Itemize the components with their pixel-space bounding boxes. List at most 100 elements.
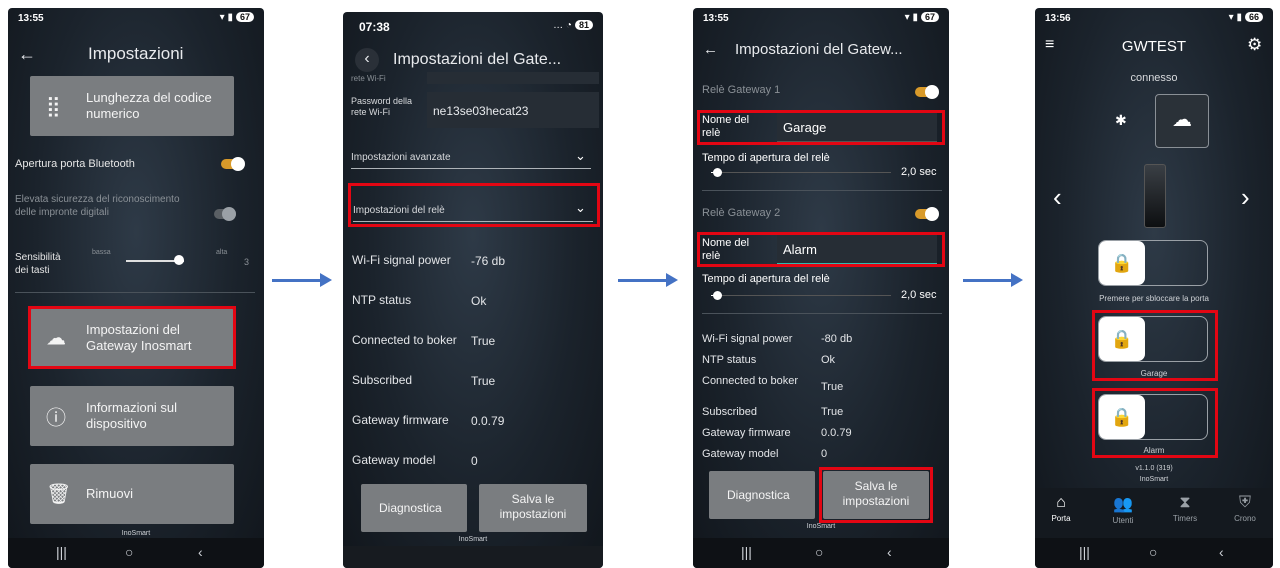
device-image — [1144, 164, 1166, 228]
sens-high-label: alta — [216, 249, 228, 256]
battery-badge: 67 — [235, 12, 254, 22]
diagnostics-button[interactable]: Diagnostica — [709, 471, 815, 519]
bt-door-toggle[interactable] — [221, 157, 245, 171]
relay2-toggle[interactable] — [915, 207, 939, 221]
press-unlock-label: Premere per sbloccare la porta — [1099, 294, 1209, 303]
diagnostics-button[interactable]: Diagnostica — [361, 484, 467, 532]
info-key: Connected to boker — [702, 375, 799, 387]
info-key: NTP status — [352, 293, 412, 307]
save-settings-label: Salva le impostazioni — [499, 492, 567, 521]
status-bar: 13:56 ▾ ▮ 66 — [1035, 8, 1273, 30]
sensitivity-slider-thumb[interactable] — [174, 255, 184, 265]
tab-utenti[interactable]: 👥 Utenti — [1103, 494, 1143, 525]
android-nav-bar: ||| ○ ‹ — [1035, 538, 1273, 568]
back-nav-icon[interactable]: ‹ — [887, 544, 892, 560]
password-label: Password della rete Wi-Fi — [351, 96, 413, 117]
signal-battery: … ◔ 81 — [553, 20, 593, 31]
recents-icon[interactable]: ||| — [1079, 544, 1090, 560]
tab-crono-label: Crono — [1234, 514, 1256, 523]
door-unlock-button[interactable]: 🔒 — [1098, 240, 1208, 286]
bt-door-label: Apertura porta Bluetooth — [15, 158, 135, 170]
gear-icon[interactable]: ⚙ — [1247, 35, 1262, 55]
info-value: -80 db — [821, 333, 853, 345]
page-title: Impostazioni del Gatew... — [735, 41, 903, 58]
device-info-tile[interactable]: ⓘ Informazioni sul dispositivo — [30, 386, 234, 446]
recents-icon[interactable]: ||| — [741, 544, 752, 560]
highlight-relay1-name — [697, 110, 945, 145]
relay2-time-value: 2,0 sec — [901, 289, 937, 301]
back-arrow-icon[interactable]: ← — [18, 44, 36, 65]
tab-porta[interactable]: ⌂ Porta — [1041, 494, 1081, 523]
password-value: ne13se03hecat23 — [433, 104, 529, 118]
relay1-time-slider-thumb[interactable] — [713, 168, 722, 177]
info-value: True — [821, 381, 844, 393]
tab-crono[interactable]: ⛨ Crono — [1225, 494, 1265, 523]
page-title: GWTEST — [1121, 38, 1187, 55]
home-nav-icon[interactable]: ○ — [1149, 544, 1157, 560]
highlight-save-button — [819, 467, 933, 523]
recents-icon[interactable]: ||| — [56, 544, 67, 560]
fingerprint-toggle[interactable] — [214, 207, 236, 221]
flow-arrow-3 — [963, 273, 1023, 287]
relay1-toggle[interactable] — [915, 85, 939, 99]
advanced-divider — [351, 168, 591, 169]
info-value: Ok — [821, 354, 836, 366]
back-nav-icon[interactable]: ‹ — [1219, 544, 1224, 560]
save-settings-button[interactable]: Salva le impostazioni — [479, 484, 587, 532]
remove-tile[interactable]: 🗑 Rimuovi — [30, 464, 234, 524]
battery-badge: 67 — [920, 12, 939, 22]
sens-value: 3 — [244, 257, 250, 267]
remove-label: Rimuovi — [86, 486, 133, 501]
relay1-open-time-label: Tempo di apertura del relè — [702, 152, 830, 164]
highlight-relay2-name — [697, 232, 945, 267]
info-value: 0.0.79 — [471, 414, 505, 428]
password-field[interactable]: ne13se03hecat23 — [427, 92, 599, 128]
relay1-time-value: 2,0 sec — [901, 166, 937, 178]
fingerprint-label: Elevata sicurezza del riconoscimento del… — [15, 194, 180, 218]
info-key: Subscribed — [352, 373, 413, 387]
android-nav-bar: ||| ○ ‹ — [693, 538, 949, 568]
tab-utenti-label: Utenti — [1112, 516, 1134, 525]
back-button[interactable]: ‹ — [355, 48, 379, 72]
phone-screen-relay-settings: 13:55 ▾ ▮ 67 ← Impostazioni del Gatew... … — [693, 8, 949, 568]
connection-status: connesso — [1130, 72, 1178, 84]
tab-timers[interactable]: ⧗ Timers — [1165, 494, 1205, 523]
info-value: Ok — [471, 294, 487, 308]
relay2-time-slider-thumb[interactable] — [713, 291, 722, 300]
home-icon[interactable]: ○ — [125, 544, 133, 560]
tab-timers-label: Timers — [1172, 514, 1198, 523]
cloud-button[interactable]: ☁ — [1155, 94, 1209, 148]
page-title: Impostazioni — [88, 44, 184, 63]
android-nav-bar — [343, 546, 603, 568]
status-bar: 13:55 ▾ ▮ 67 — [693, 8, 949, 30]
signal-battery: ▾ ▮ 67 — [905, 12, 939, 23]
highlight-gateway-settings — [28, 306, 236, 369]
back-nav-icon[interactable]: ‹ — [198, 544, 203, 560]
flow-arrow-2 — [618, 273, 678, 287]
diagnostics-label: Diagnostica — [379, 501, 442, 515]
back-arrow-icon[interactable]: ← — [703, 41, 718, 58]
home-icon[interactable]: ○ — [815, 544, 823, 560]
keypad-icon: ⣿ — [46, 95, 61, 118]
next-device-arrow[interactable]: › — [1241, 182, 1250, 213]
brand-logo: InoSmart — [458, 536, 488, 543]
bottom-tab-bar: ⌂ Porta 👥 Utenti ⧗ Timers ⛨ Crono — [1035, 488, 1273, 538]
info-key: Connected to boker — [352, 333, 457, 347]
relay1-time-slider-track[interactable] — [711, 172, 891, 173]
code-length-label: Lunghezza del codice numerico — [86, 90, 212, 121]
sens-low-label: bassa — [92, 249, 111, 256]
advanced-settings-label[interactable]: Impostazioni avanzate — [351, 152, 451, 163]
previous-device-arrow[interactable]: ‹ — [1053, 182, 1062, 213]
code-length-tile[interactable]: ⣿ Lunghezza del codice numerico — [30, 76, 234, 136]
relay2-open-time-label: Tempo di apertura del relè — [702, 273, 830, 285]
chevron-down-icon[interactable]: ⌄ — [575, 148, 586, 164]
info-key: Wi-Fi signal power — [352, 253, 451, 267]
relay2-time-slider-track[interactable] — [711, 295, 891, 296]
cloud-icon: ☁ — [1172, 109, 1192, 131]
bluetooth-icon: ✱ — [1115, 112, 1127, 128]
info-value: 0.0.79 — [821, 427, 852, 439]
divider — [15, 292, 255, 293]
android-nav-bar: ||| ○ ‹ — [8, 538, 264, 568]
wifi-name-field[interactable] — [427, 72, 599, 84]
info-value: True — [471, 334, 496, 348]
